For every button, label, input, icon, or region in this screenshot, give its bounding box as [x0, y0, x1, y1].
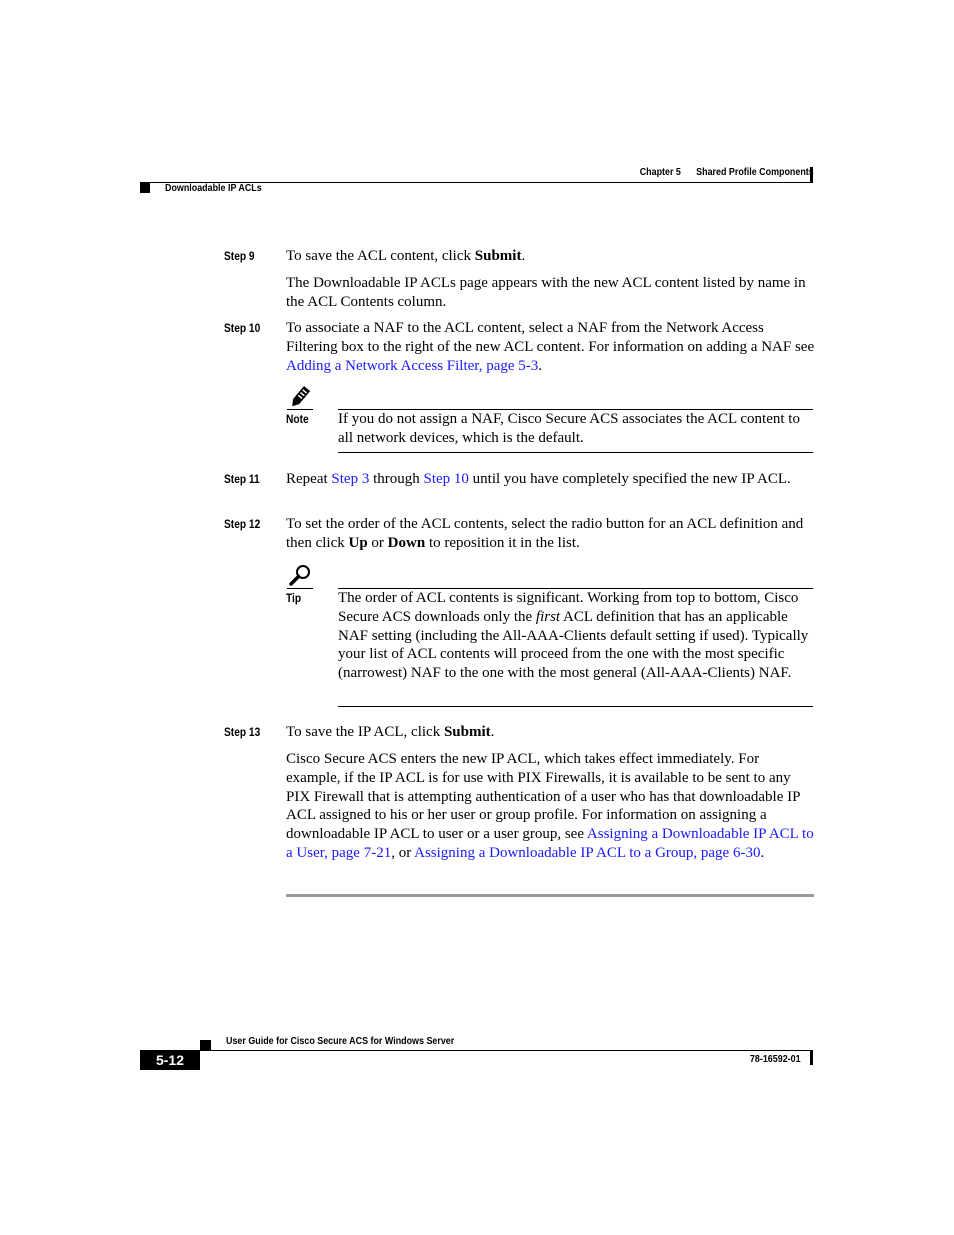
step-12-text: To set the order of the ACL contents, se… [286, 515, 816, 553]
step-10-text-before: To associate a NAF to the ACL content, s… [286, 320, 815, 355]
step-12-text-3: to reposition it in the list. [425, 534, 580, 551]
up-ui-term: Up [348, 534, 368, 551]
link-step-10[interactable]: Step 10 [424, 471, 469, 487]
step-13-text-after: . [490, 724, 495, 740]
step-12-text-2: or [367, 534, 388, 551]
note-label: Note [286, 412, 309, 426]
step-11-text-2: through [369, 471, 424, 487]
step-13-followup-2: , or [391, 844, 415, 861]
tip-text: The order of ACL contents is significant… [338, 589, 816, 683]
step-11-text: Repeat Step 3 through Step 10 until you … [286, 470, 816, 489]
step-9-text-after: . [521, 248, 526, 264]
step-10-label: Step 10 [224, 321, 261, 335]
magnifier-icon [288, 564, 312, 586]
step-13-text: To save the IP ACL, click Submit. [286, 723, 816, 742]
step-13-text-before: To save the IP ACL, click [286, 724, 444, 740]
pencil-icon [287, 386, 313, 410]
header-bar [810, 167, 813, 183]
step-9-label: Step 9 [224, 249, 255, 263]
footer-square-marker [200, 1040, 211, 1050]
section-title: Downloadable IP ACLs [165, 182, 262, 194]
note-text: If you do not assign a NAF, Cisco Secure… [338, 411, 800, 446]
step-12-label: Step 12 [224, 517, 261, 531]
step-11-text-1: Repeat [286, 471, 332, 487]
running-header-chapter: Chapter 5 Shared Profile Components [640, 166, 814, 178]
submit-ui-term-2: Submit [443, 724, 491, 740]
document-number: 78-16592-01 [750, 1053, 801, 1065]
submit-ui-term: Submit [474, 248, 522, 264]
tip-bottom-rule [338, 706, 813, 707]
step-9-followup: The Downloadable IP ACLs page appears wi… [286, 275, 806, 310]
step-13-followup-3: . [760, 844, 765, 861]
step-13-followup: Cisco Secure ACS enters the new IP ACL, … [286, 750, 816, 863]
note-icon-rule [287, 409, 313, 410]
note-bottom-rule [338, 452, 813, 453]
page-number: 5-12 [140, 1050, 200, 1070]
step-11-text-3: until you have completely specified the … [468, 471, 791, 487]
tip-label: Tip [286, 591, 302, 605]
link-adding-naf[interactable]: Adding a Network Access Filter, page 5-3 [286, 358, 538, 374]
footer-rule [140, 1050, 813, 1051]
step-11-label: Step 11 [224, 472, 260, 486]
step-9-text: To save the ACL content, click Submit. [286, 247, 816, 266]
link-assign-acl-group[interactable]: Assigning a Downloadable IP ACL to a Gro… [414, 845, 760, 861]
tip-emphasis: first [535, 608, 561, 625]
down-ui-term: Down [387, 534, 426, 551]
tip-icon-rule [287, 588, 313, 589]
step-10-text: To associate a NAF to the ACL content, s… [286, 319, 816, 375]
procedure-end-rule [286, 894, 814, 897]
chapter-title: Shared Profile Components [696, 166, 814, 178]
footer-guide-title: User Guide for Cisco Secure ACS for Wind… [226, 1035, 455, 1047]
step-10-text-after: . [538, 357, 543, 374]
link-step-3[interactable]: Step 3 [331, 471, 369, 487]
step-9-text-before: To save the ACL content, click [286, 248, 475, 264]
footer-bar [810, 1051, 813, 1065]
header-square-marker [140, 183, 150, 193]
chapter-number: Chapter 5 [639, 166, 682, 178]
step-13-label: Step 13 [224, 725, 261, 739]
